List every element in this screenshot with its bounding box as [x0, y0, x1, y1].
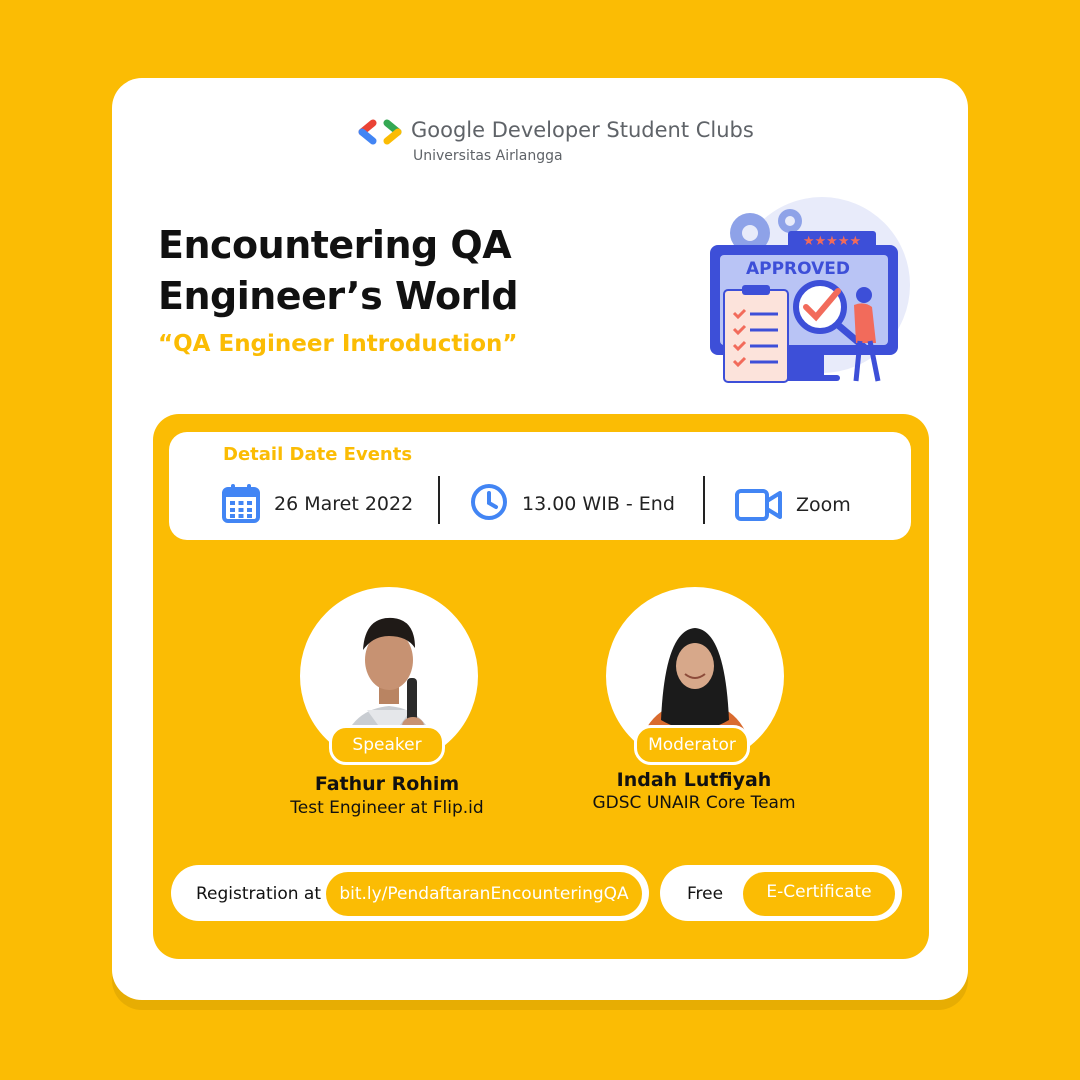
moderator-name: Indah Lutfiyah: [616, 769, 772, 791]
benefit-label: Free: [687, 884, 724, 904]
event-platform: Zoom: [796, 494, 851, 516]
speaker-title: Test Engineer at Flip.id: [290, 798, 484, 818]
speaker-name: Fathur Rohim: [314, 773, 460, 795]
brand-name: Google Developer Student Clubs: [411, 118, 754, 142]
brand-chapter: Universitas Airlangga: [413, 148, 563, 164]
moderator-title: GDSC UNAIR Core Team: [592, 793, 796, 813]
registration-label: Registration at: [196, 884, 322, 904]
details-heading: Detail Date Events: [223, 444, 413, 465]
event-subtitle: “QA Engineer Introduction”: [158, 331, 518, 357]
calendar-icon: [222, 484, 260, 523]
gdsc-logo: Google Developer Student Clubs Universit…: [357, 118, 754, 170]
details-divider: [438, 476, 440, 524]
video-camera-icon: [735, 489, 782, 521]
qa-approved-illustration: ★★★★★ APPROVED: [702, 195, 917, 390]
details-divider: [703, 476, 705, 524]
event-time: 13.00 WIB - End: [522, 493, 675, 515]
gdsc-brackets-icon: [358, 119, 402, 145]
event-date: 26 Maret 2022: [274, 493, 414, 515]
clock-icon: [471, 484, 507, 520]
e-certificate-badge: E-Certificate: [743, 872, 895, 916]
approved-label: APPROVED: [746, 259, 850, 279]
speaker-role-badge: Speaker: [329, 725, 445, 765]
registration-link[interactable]: bit.ly/PendaftaranEncounteringQA: [326, 872, 642, 916]
event-title: Encountering QA Engineer’s World: [158, 223, 519, 318]
moderator-role-badge: Moderator: [634, 725, 750, 765]
